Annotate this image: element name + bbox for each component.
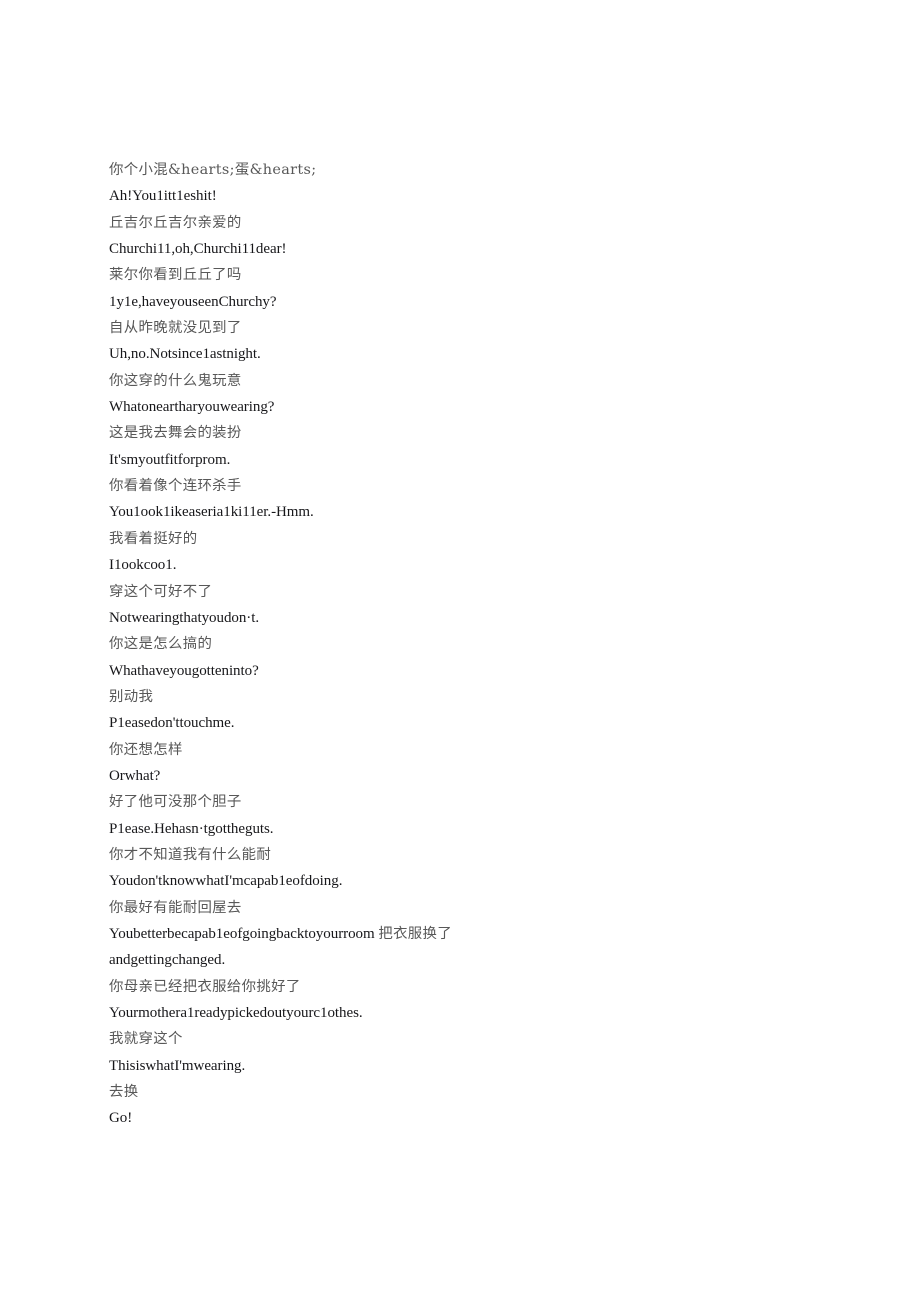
- subtitle-segment-zh-inline: 把衣服换了: [378, 925, 453, 942]
- subtitle-line-en: Churchi11,oh,Churchi11dear!: [109, 241, 287, 258]
- subtitle-segment-en-end: andgettingchanged.: [109, 952, 226, 969]
- subtitle-transcript: 你个小混&hearts;蛋&hearts; Ah!You1itt1eshit! 丘吉…: [109, 157, 529, 1132]
- document-page: 你个小混&hearts;蛋&hearts; Ah!You1itt1eshit! 丘吉…: [0, 0, 920, 1301]
- subtitle-line-zh: 自从昨晚就没见到了: [109, 320, 242, 337]
- subtitle-line-en-mixed: Youbetterbecapab1eofgoingbacktoyourroom …: [109, 921, 529, 974]
- subtitle-line-en: Uh,no.Notsince1astnight.: [109, 346, 261, 363]
- subtitle-line-en: Orwhat?: [109, 767, 161, 784]
- subtitle-line-en: Youdon'tknowwhatI'mcapab1eofdoing.: [109, 873, 343, 890]
- subtitle-line-en: P1ease.Hehasn·tgottheguts.: [109, 820, 274, 837]
- subtitle-line-zh: 去换: [109, 1084, 139, 1101]
- subtitle-line-en: 1y1e,haveyouseenChurchy?: [109, 293, 277, 310]
- subtitle-line-en: Notwearingthatyoudon·t.: [109, 609, 260, 626]
- subtitle-line-en: It'smyoutfitforprom.: [109, 451, 231, 468]
- subtitle-line-zh: 丘吉尔丘吉尔亲爱的: [109, 214, 242, 231]
- subtitle-line-en: Whathaveyougotteninto?: [109, 662, 259, 679]
- subtitle-line-zh: 我就穿这个: [109, 1031, 183, 1048]
- subtitle-line-en: You1ook1ikeaseria1ki11er.-Hmm.: [109, 504, 314, 521]
- subtitle-line-zh: 穿这个可好不了: [109, 583, 213, 600]
- subtitle-line-zh: 你才不知道我有什么能耐: [109, 846, 272, 863]
- subtitle-line-en: I1ookcoo1.: [109, 557, 177, 574]
- subtitle-line-en: Ah!You1itt1eshit!: [109, 188, 217, 205]
- subtitle-line-en: P1easedon'ttouchme.: [109, 715, 235, 732]
- subtitle-line-en: Yourmothera1readypickedoutyourc1othes.: [109, 1005, 363, 1021]
- subtitle-segment-en-start: Youbetterbecapab1eofgoingbacktoyourroom: [109, 925, 379, 942]
- subtitle-line-zh: 这是我去舞会的装扮: [109, 425, 242, 442]
- subtitle-line-en: ThisiswhatI'mwearing.: [109, 1057, 246, 1074]
- subtitle-line-zh: 别动我: [109, 688, 154, 705]
- subtitle-line-zh: 你还想怎样: [109, 741, 183, 758]
- subtitle-line-zh: 好了他可没那个胆子: [109, 794, 242, 811]
- subtitle-line-zh: 你看着像个连环杀手: [109, 478, 242, 495]
- subtitle-line-zh: 莱尔你看到丘丘了吗: [109, 267, 242, 284]
- subtitle-line-zh: 你母亲已经把衣服给你挑好了: [109, 978, 301, 995]
- subtitle-line-zh: 我看着挺好的: [109, 530, 198, 547]
- subtitle-line-en: Whatoneartharyouwearing?: [109, 399, 275, 416]
- subtitle-line-en: Go!: [109, 1110, 133, 1127]
- subtitle-line-zh: 你这是怎么搞的: [109, 636, 213, 653]
- subtitle-line-zh: 你最好有能耐回屋去: [109, 899, 242, 916]
- subtitle-line-zh: 你个小混&hearts;蛋&hearts;: [109, 162, 317, 178]
- subtitle-line-zh: 你这穿的什么鬼玩意: [109, 372, 242, 389]
